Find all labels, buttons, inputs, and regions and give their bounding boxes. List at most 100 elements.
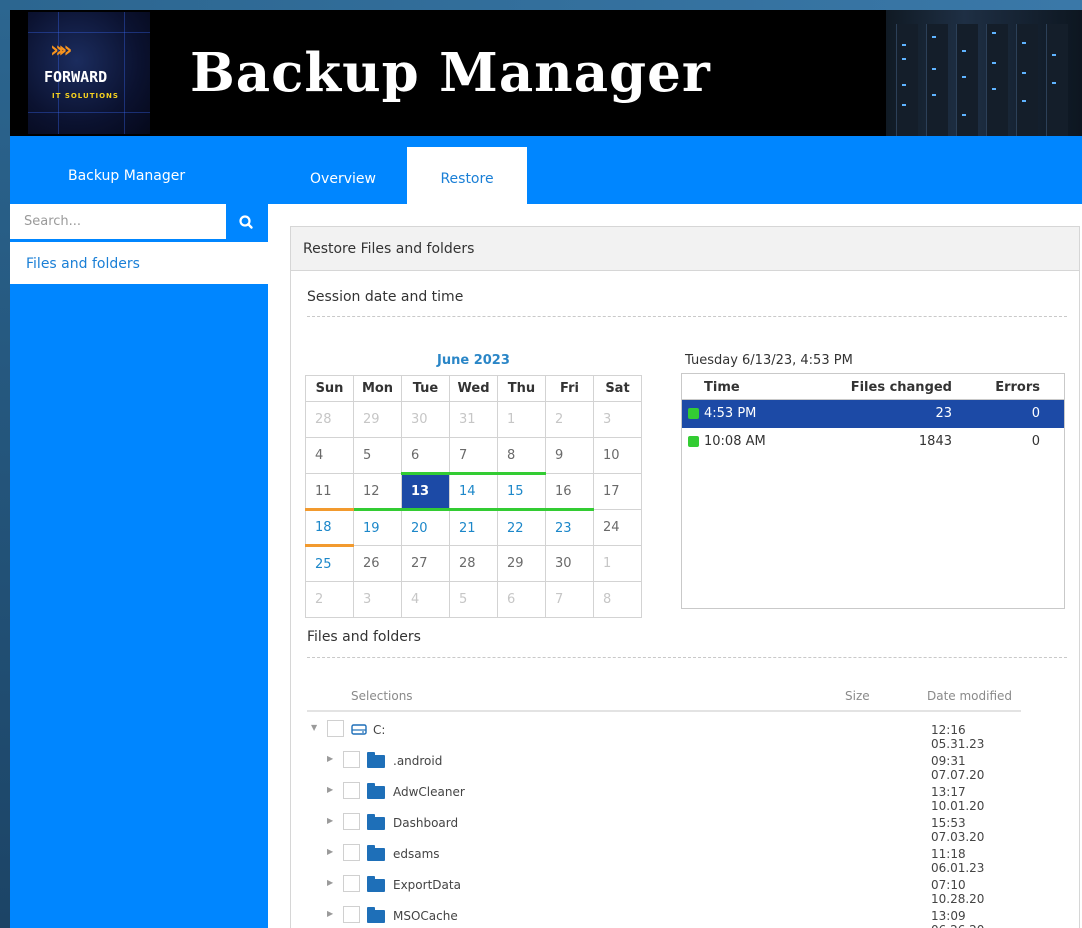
panel-title: Restore Files and folders bbox=[291, 227, 1079, 271]
collapse-arrow-icon[interactable]: ▼ bbox=[311, 723, 317, 732]
calendar-day: 9 bbox=[545, 437, 594, 474]
logo-subtitle: IT SOLUTIONS bbox=[52, 92, 119, 100]
session-row[interactable]: 10:08 AM 1843 0 bbox=[682, 428, 1064, 456]
calendar-day: 16 bbox=[545, 473, 594, 510]
calendar-day: 28 bbox=[305, 401, 354, 438]
calendar-day-available[interactable]: 18 bbox=[305, 508, 354, 546]
calendar-day: 24 bbox=[593, 509, 642, 546]
expand-arrow-icon[interactable]: ▶ bbox=[327, 785, 333, 794]
sidebar-item-files-and-folders[interactable]: Files and folders bbox=[26, 256, 140, 272]
tree-item-name[interactable]: MSOCache bbox=[393, 909, 458, 923]
forward-logo: »» FORWARD IT SOLUTIONS bbox=[28, 12, 150, 134]
app-title: Backup Manager bbox=[190, 42, 711, 104]
tree-item-name[interactable]: ExportData bbox=[393, 878, 461, 892]
tree-row: ▶ MSOCache 13:09 06.26.20 bbox=[307, 901, 1021, 928]
calendar-day: 29 bbox=[497, 545, 546, 582]
server-rack-image bbox=[886, 10, 1082, 136]
logo-chevrons: »» bbox=[50, 38, 73, 63]
tree-item-name[interactable]: edsams bbox=[393, 847, 440, 861]
calendar: Sun Mon Tue Wed Thu Fri Sat 28 29 30 31 bbox=[305, 375, 642, 618]
expand-arrow-icon[interactable]: ▶ bbox=[327, 909, 333, 918]
row-checkbox[interactable] bbox=[343, 813, 360, 830]
session-time: 4:53 PM bbox=[704, 406, 757, 421]
tree-item-name[interactable]: .android bbox=[393, 754, 442, 768]
weekday-thu: Thu bbox=[497, 375, 546, 402]
tree-row: ▶ .android 09:31 07.07.20 bbox=[307, 746, 1021, 782]
calendar-day-available[interactable]: 20 bbox=[401, 508, 450, 546]
folder-icon bbox=[367, 783, 385, 799]
weekday-sat: Sat bbox=[593, 375, 642, 402]
calendar-weekdays: Sun Mon Tue Wed Thu Fri Sat bbox=[305, 375, 642, 402]
calendar-day: 5 bbox=[449, 581, 498, 618]
calendar-day: 17 bbox=[593, 473, 642, 510]
expand-arrow-icon[interactable]: ▶ bbox=[327, 754, 333, 763]
calendar-day-selected[interactable]: 13 bbox=[401, 472, 450, 510]
tab-overview[interactable]: Overview bbox=[288, 147, 398, 205]
calendar-day-available[interactable]: 14 bbox=[449, 472, 498, 510]
column-date-modified: Date modified bbox=[927, 689, 1013, 703]
calendar-day: 7 bbox=[545, 581, 594, 618]
calendar-day-available[interactable]: 22 bbox=[497, 508, 546, 546]
calendar-day: 2 bbox=[305, 581, 354, 618]
folder-icon bbox=[367, 814, 385, 830]
weekday-wed: Wed bbox=[449, 375, 498, 402]
tree-item-date: 13:09 06.26.20 bbox=[931, 909, 984, 928]
section-divider bbox=[307, 316, 1067, 317]
restore-panel: Restore Files and folders Session date a… bbox=[290, 226, 1080, 928]
calendar-day-available[interactable]: 25 bbox=[305, 544, 354, 582]
row-checkbox[interactable] bbox=[343, 906, 360, 923]
session-files-changed: 1843 bbox=[918, 434, 952, 449]
top-nav: Backup Manager Overview Restore bbox=[10, 136, 1082, 205]
tree-item-name[interactable]: Dashboard bbox=[393, 816, 458, 830]
calendar-day: 2 bbox=[545, 401, 594, 438]
tree-item-name[interactable]: AdwCleaner bbox=[393, 785, 465, 799]
calendar-day-available[interactable]: 19 bbox=[353, 508, 402, 546]
calendar-day: 8 bbox=[497, 437, 546, 474]
nav-brand[interactable]: Backup Manager bbox=[68, 168, 185, 184]
column-size: Size bbox=[845, 689, 870, 703]
tree-row: ▶ edsams 11:18 06.01.23 bbox=[307, 839, 1021, 875]
tree-row: ▶ Dashboard 15:53 07.03.20 bbox=[307, 808, 1021, 844]
column-time: Time bbox=[704, 380, 740, 395]
session-list-header: Time Files changed Errors bbox=[682, 374, 1064, 400]
expand-arrow-icon[interactable]: ▶ bbox=[327, 847, 333, 856]
search-input[interactable] bbox=[10, 204, 226, 239]
calendar-day-available[interactable]: 21 bbox=[449, 508, 498, 546]
session-errors: 0 bbox=[1031, 434, 1040, 449]
calendar-day: 27 bbox=[401, 545, 450, 582]
folder-icon bbox=[367, 845, 385, 861]
tab-restore[interactable]: Restore bbox=[407, 147, 527, 205]
session-row-selected[interactable]: 4:53 PM 23 0 bbox=[682, 400, 1064, 428]
row-checkbox[interactable] bbox=[343, 751, 360, 768]
calendar-day: 30 bbox=[401, 401, 450, 438]
calendar-day: 12 bbox=[353, 473, 402, 510]
calendar-day: 26 bbox=[353, 545, 402, 582]
calendar-day: 6 bbox=[401, 437, 450, 474]
session-list: Time Files changed Errors 4:53 PM 23 0 1… bbox=[681, 373, 1065, 609]
folder-icon bbox=[367, 876, 385, 892]
calendar-day-available[interactable]: 15 bbox=[497, 472, 546, 510]
expand-arrow-icon[interactable]: ▶ bbox=[327, 816, 333, 825]
tree-item-name[interactable]: C: bbox=[373, 723, 385, 737]
row-checkbox[interactable] bbox=[343, 844, 360, 861]
tree-header: Selections Size Date modified bbox=[351, 689, 1021, 703]
folder-icon bbox=[367, 907, 385, 923]
files-section-title: Files and folders bbox=[307, 629, 421, 645]
expand-arrow-icon[interactable]: ▶ bbox=[327, 878, 333, 887]
row-checkbox[interactable] bbox=[327, 720, 344, 737]
app-window: »» FORWARD IT SOLUTIONS Backup Manager B… bbox=[10, 10, 1082, 928]
row-checkbox[interactable] bbox=[343, 875, 360, 892]
tree-header-divider bbox=[307, 710, 1021, 712]
calendar-day: 5 bbox=[353, 437, 402, 474]
session-time: 10:08 AM bbox=[704, 434, 766, 449]
session-date-label: Tuesday 6/13/23, 4:53 PM bbox=[685, 353, 853, 368]
column-selections: Selections bbox=[351, 689, 413, 703]
column-errors: Errors bbox=[995, 380, 1040, 395]
calendar-day: 29 bbox=[353, 401, 402, 438]
calendar-day: 8 bbox=[593, 581, 642, 618]
calendar-day-available[interactable]: 23 bbox=[545, 508, 594, 546]
section-divider bbox=[307, 657, 1067, 658]
row-checkbox[interactable] bbox=[343, 782, 360, 799]
search-icon[interactable] bbox=[235, 211, 257, 233]
column-files-changed: Files changed bbox=[850, 380, 952, 395]
